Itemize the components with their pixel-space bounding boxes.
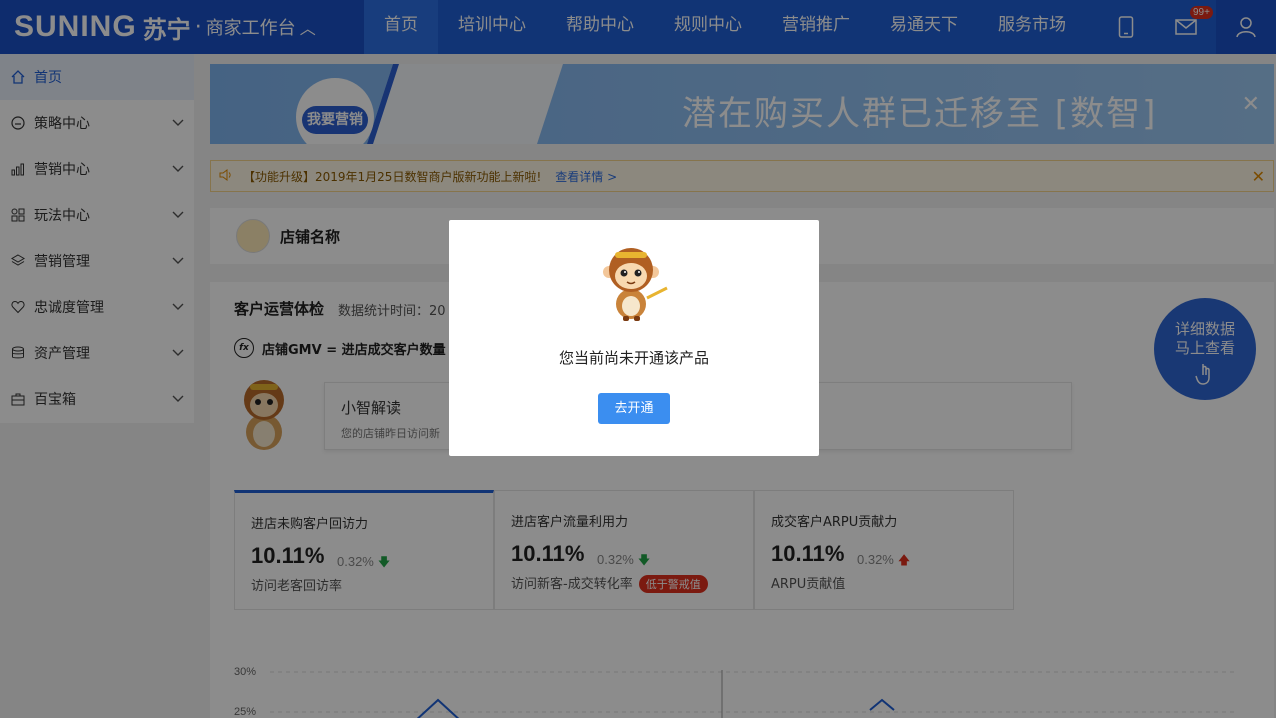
monkey-mascot-icon — [603, 248, 668, 321]
activate-button[interactable]: 去开通 — [598, 393, 670, 424]
modal-message: 您当前尚未开通该产品 — [558, 349, 709, 367]
activation-modal: 您当前尚未开通该产品 去开通 — [449, 220, 819, 456]
